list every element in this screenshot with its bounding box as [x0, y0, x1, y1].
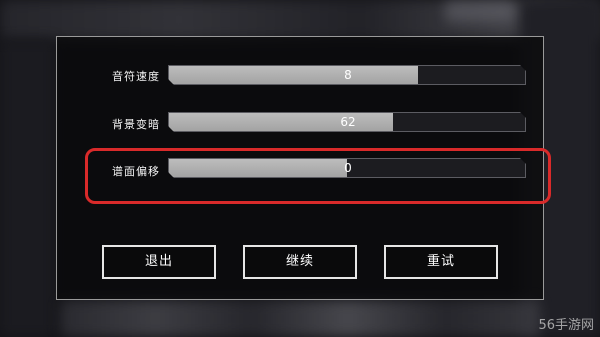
note-speed-value: 8 [344, 68, 352, 82]
setting-label-note-speed: 音符速度 [112, 70, 160, 83]
site-watermark: 56手游网 [538, 318, 594, 333]
background-dim-slider[interactable]: 62 [168, 112, 526, 132]
exit-button[interactable]: 退出 [102, 245, 216, 279]
continue-button[interactable]: 继续 [243, 245, 357, 279]
note-speed-slider[interactable]: 8 [168, 65, 526, 85]
background-dim-value: 62 [340, 115, 356, 129]
retry-button[interactable]: 重试 [384, 245, 498, 279]
red-highlight-annotation [85, 148, 551, 204]
setting-label-background-dim: 背景变暗 [112, 118, 160, 131]
